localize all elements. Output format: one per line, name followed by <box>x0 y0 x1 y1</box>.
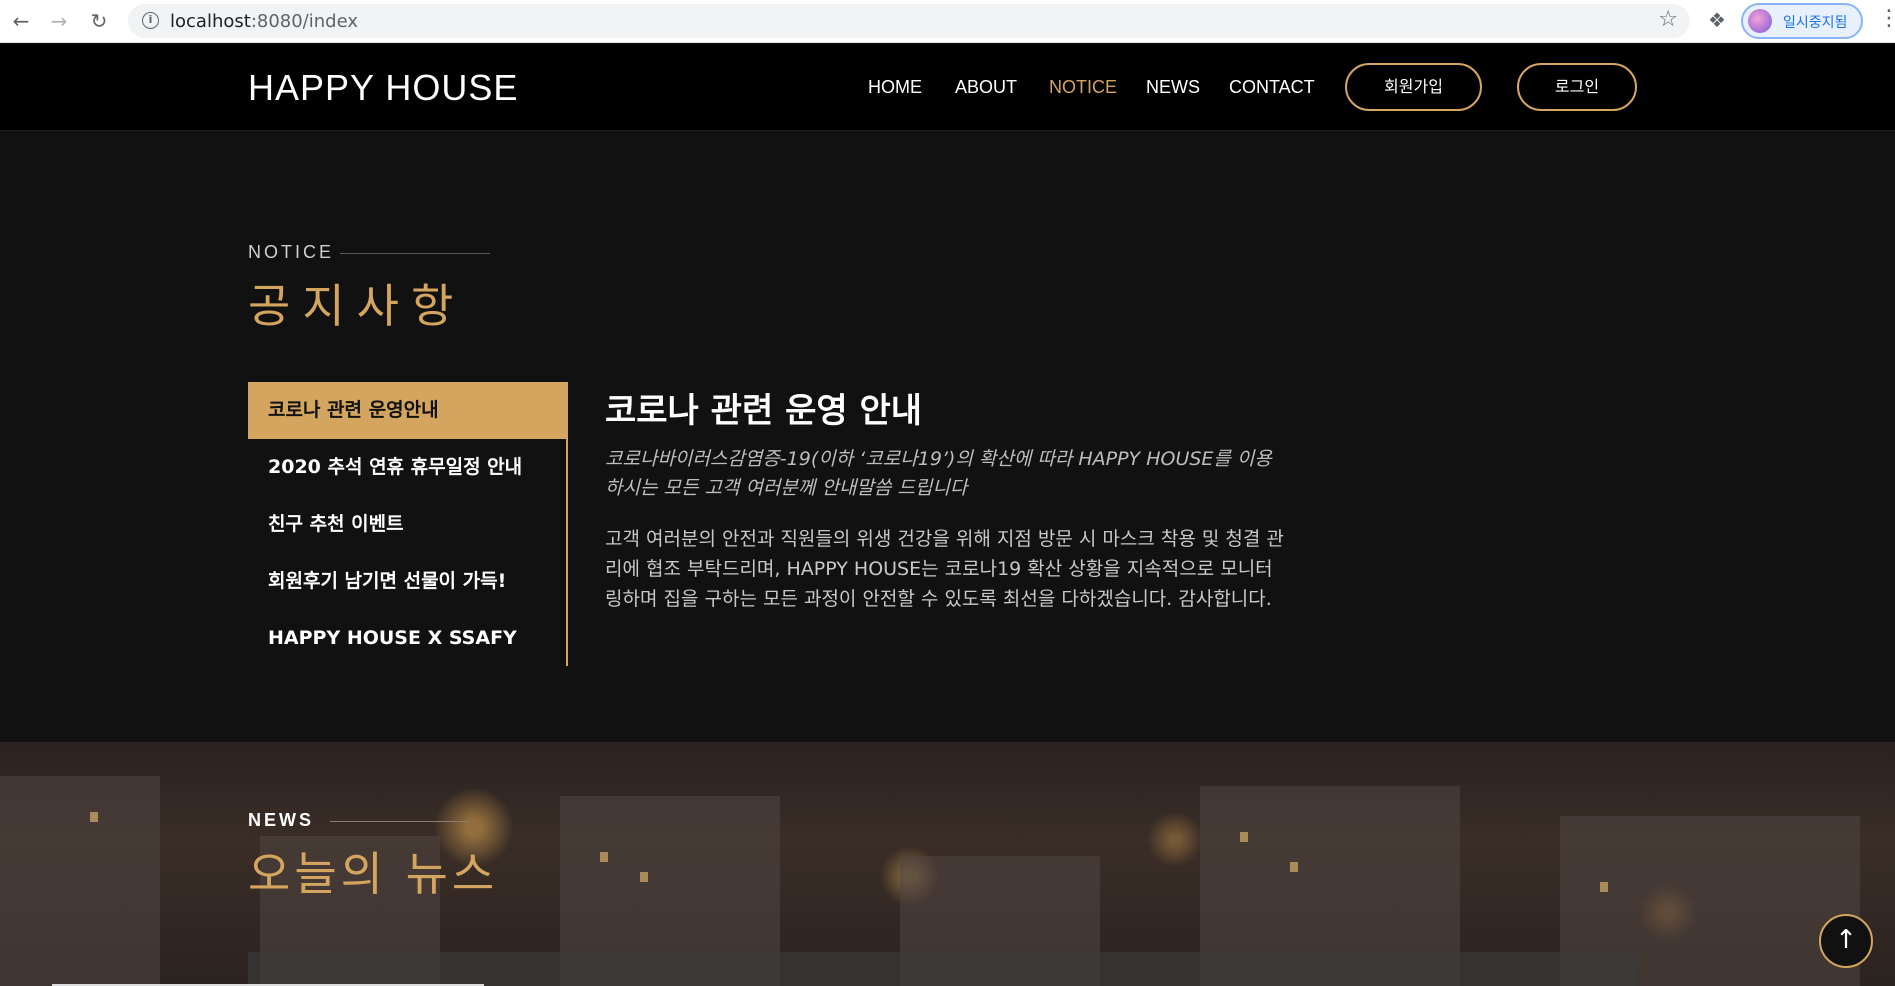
notice-list-item[interactable]: HAPPY HOUSE X SSAFY <box>248 610 566 667</box>
info-icon[interactable]: i <box>142 12 159 29</box>
url-text[interactable]: localhost:8080/index <box>170 11 358 32</box>
arrow-left-icon[interactable]: ← <box>8 8 34 34</box>
browser-toolbar: ← → ↻ i localhost:8080/index ☆ ❖ 일시중지됨 ⋮ <box>0 0 1895 43</box>
article-lead: 코로나바이러스감염증-19(이하 ‘코로나19’)의 확산에 따라 HAPPY … <box>605 448 1272 499</box>
window-light <box>1290 862 1298 872</box>
notice-list-item[interactable]: 코로나 관련 운영안내 <box>248 382 566 439</box>
notice-section: NOTICE 공지사항 코로나 관련 운영안내 2020 추석 연휴 휴무일정 … <box>0 132 1895 742</box>
news-card <box>248 952 1636 986</box>
news-section: NEWS 오늘의 뉴스 <box>0 742 1895 986</box>
nav-about[interactable]: ABOUT <box>955 77 1017 98</box>
site-header: HAPPY HOUSE HOME ABOUT NOTICE NEWS CONTA… <box>0 44 1895 131</box>
arrow-up-icon[interactable]: ↑ <box>1819 914 1873 968</box>
kebab-icon[interactable]: ⋮ <box>1878 6 1895 31</box>
address-bar[interactable]: i localhost:8080/index ☆ <box>128 4 1690 38</box>
site-logo[interactable]: HAPPY HOUSE <box>248 67 518 109</box>
url-host: localhost <box>170 11 251 32</box>
nav-contact[interactable]: CONTACT <box>1229 77 1315 98</box>
window-light <box>1240 832 1248 842</box>
eyebrow-divider <box>330 821 470 822</box>
nav-notice[interactable]: NOTICE <box>1049 77 1117 98</box>
star-icon[interactable]: ☆ <box>1658 7 1678 32</box>
nav-home[interactable]: HOME <box>868 77 922 98</box>
notice-eyebrow: NOTICE <box>248 242 335 262</box>
profile-button[interactable]: 일시중지됨 <box>1741 3 1863 39</box>
nav-news[interactable]: NEWS <box>1146 77 1200 98</box>
news-title: 오늘의 뉴스 <box>248 847 499 901</box>
background-building <box>0 776 160 986</box>
avatar <box>1748 9 1772 33</box>
profile-label: 일시중지됨 <box>1783 15 1848 31</box>
login-button[interactable]: 로그인 <box>1517 63 1637 111</box>
eyebrow-divider <box>340 253 490 254</box>
window-light <box>1600 882 1608 892</box>
reload-icon[interactable]: ↻ <box>86 8 112 34</box>
notice-title: 공지사항 <box>248 279 466 333</box>
window-light <box>600 852 608 862</box>
window-light <box>90 812 98 822</box>
url-path: :8080/index <box>250 11 358 32</box>
signup-button[interactable]: 회원가입 <box>1345 63 1482 111</box>
puzzle-icon[interactable]: ❖ <box>1708 8 1726 32</box>
arrow-right-icon[interactable]: → <box>46 8 72 34</box>
notice-list-item[interactable]: 2020 추석 연휴 휴무일정 안내 <box>248 439 566 496</box>
notice-list-item[interactable]: 친구 추천 이벤트 <box>248 496 566 553</box>
window-light <box>640 872 648 882</box>
notice-list: 코로나 관련 운영안내 2020 추석 연휴 휴무일정 안내 친구 추천 이벤트… <box>248 382 568 666</box>
news-eyebrow: NEWS <box>248 810 314 830</box>
article-body: 고객 여러분의 안전과 직원들의 위생 건강을 위해 지점 방문 시 마스크 착… <box>605 528 1284 610</box>
article-title: 코로나 관련 운영 안내 <box>605 391 923 431</box>
notice-list-item[interactable]: 회원후기 남기면 선물이 가득! <box>248 553 566 610</box>
